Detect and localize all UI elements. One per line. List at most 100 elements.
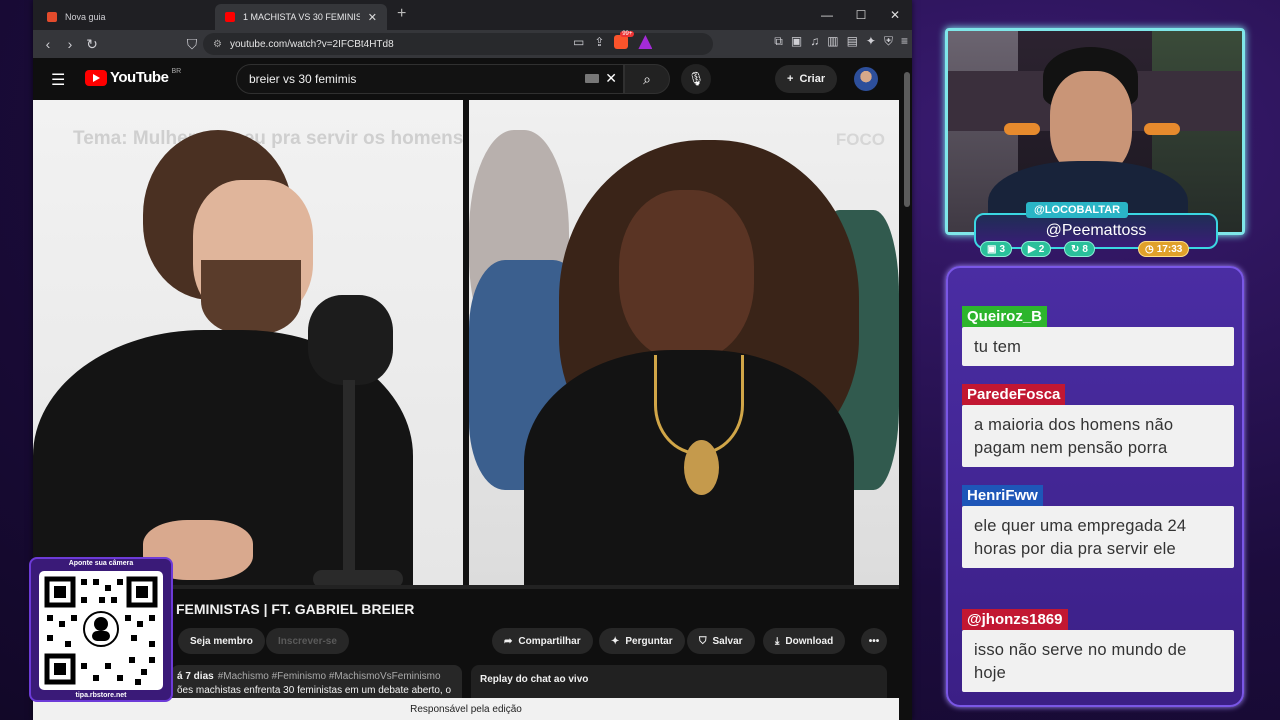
extensions-icon[interactable]: ⧉	[774, 34, 783, 49]
tab-youtube-video[interactable]: 1 MACHISTA VS 30 FEMINISTAS | FT. G ✕	[215, 4, 387, 30]
sparkle-icon: ✦	[611, 635, 620, 647]
ask-button[interactable]: ✦ Perguntar	[599, 628, 685, 654]
brave-shields-icon[interactable]: 99+	[614, 31, 635, 49]
streamer-tag: @LOCOBALTAR	[1026, 202, 1129, 218]
description-text: ões machistas enfrenta 30 feministas em …	[177, 685, 452, 696]
microphone-shape	[308, 295, 393, 385]
stat-time: ◷ 17:33	[1138, 241, 1190, 257]
chat-message: Queiroz_B tu tem	[962, 306, 1234, 366]
search-button[interactable]: ⌕	[624, 64, 670, 94]
save-button[interactable]: ⛉ Salvar	[687, 628, 755, 654]
stat-chat: ▣ 3	[980, 241, 1013, 257]
qr-code	[39, 571, 163, 690]
tab-strip: Nova guia 1 MACHISTA VS 30 FEMINISTAS | …	[33, 0, 912, 30]
youtube-play-icon	[85, 69, 107, 86]
chair-accent	[1144, 123, 1180, 135]
hamburger-menu-icon[interactable]: ☰	[51, 70, 65, 90]
share-button[interactable]: ➦ Compartilhar	[492, 628, 593, 654]
chat-message: @jhonzs1869 isso não serve no mundo de h…	[962, 609, 1234, 692]
avatar[interactable]	[854, 67, 878, 91]
chat-icon: ▣	[987, 243, 997, 255]
brave-favicon-icon	[47, 12, 57, 22]
search-input[interactable]: breier vs 30 femimis ✕	[236, 64, 624, 94]
youtube-logo[interactable]: YouTube BR	[85, 68, 181, 86]
chat-text: a maioria dos homens não pagam nem pensã…	[962, 405, 1234, 467]
site-info-icon[interactable]: ⚙	[213, 39, 222, 50]
share-page-icon[interactable]: ⇪	[594, 35, 604, 49]
clear-search-icon[interactable]: ✕	[605, 70, 617, 87]
video-left-panel: Tema: Mulher nasceu pra servir os homens	[33, 100, 463, 589]
chat-text: isso não serve no mundo de hoje	[962, 630, 1234, 692]
subscribe-button[interactable]: Inscrever-se	[266, 628, 349, 654]
youtube-header: ☰ YouTube BR breier vs 30 femimis ✕ ⌕ 🎙 …	[33, 58, 912, 100]
vpn-icon[interactable]: ⛨	[884, 34, 893, 49]
more-actions-button[interactable]: •••	[861, 628, 887, 654]
stat-share: ↻ 8	[1064, 241, 1095, 257]
video-theme-watermark: Tema: Mulher nasceu pra servir os homens	[73, 128, 463, 149]
new-tab-icon[interactable]: +	[397, 5, 406, 23]
microphone-icon: 🎙	[687, 71, 705, 86]
qr-url: tipa.rbstore.net	[75, 692, 127, 699]
qr-code-icon	[44, 576, 158, 685]
chat-username: ParedeFosca	[962, 384, 1066, 405]
share-arrow-icon: ➦	[504, 635, 513, 647]
qr-code-panel: Aponte sua câmera tipa.rbstore.net	[29, 557, 173, 702]
sidebar-icon[interactable]: ▥	[827, 34, 838, 49]
gold-pendant	[684, 440, 719, 495]
tab-title: 1 MACHISTA VS 30 FEMINISTAS | FT. G	[243, 12, 360, 22]
url-text: youtube.com/watch?v=2IFCBt4HTd8	[229, 38, 394, 50]
video-icon: ▶	[1028, 243, 1036, 255]
create-button[interactable]: + Criar	[775, 65, 838, 93]
stream-chat-panel: Queiroz_B tu tem ParedeFosca a maioria d…	[946, 266, 1244, 707]
tab-title: Nova guia	[65, 12, 106, 22]
menu-icon[interactable]: ≡	[901, 34, 908, 49]
cast-icon[interactable]: ▭	[573, 35, 584, 49]
chat-message: HenriFww ele quer uma empregada 24 horas…	[962, 485, 1234, 568]
keyboard-icon[interactable]	[585, 74, 599, 83]
video-player[interactable]: Tema: Mulher nasceu pra servir os homens…	[33, 100, 899, 589]
bookmark-icon[interactable]: ⛉	[181, 36, 203, 53]
video-title: FEMINISTAS | FT. GABRIEL BREIER	[176, 601, 415, 617]
microphone-stand	[343, 380, 355, 580]
close-window-icon[interactable]: ✕	[878, 0, 912, 30]
chat-text: ele quer uma empregada 24 horas por dia …	[962, 506, 1234, 568]
close-tab-icon[interactable]: ✕	[368, 11, 377, 24]
wallet-icon[interactable]: ▤	[847, 34, 858, 49]
youtube-favicon-icon	[225, 12, 235, 22]
window-controls: — ☐ ✕	[810, 0, 912, 30]
minimize-icon[interactable]: —	[810, 0, 844, 30]
tab-new-tab[interactable]: Nova guia	[37, 4, 213, 30]
share-icon: ↻	[1071, 243, 1080, 255]
chat-username: HenriFww	[962, 485, 1043, 506]
chair-accent	[1004, 123, 1040, 135]
qr-instruction: Aponte sua câmera	[68, 560, 134, 567]
leo-ai-icon[interactable]: ✦	[866, 34, 876, 49]
bookmark-save-icon: ⛉	[699, 635, 707, 647]
brave-rewards-icon[interactable]: 1	[638, 35, 653, 49]
foco-watermark: FOCO	[835, 130, 885, 149]
reload-icon[interactable]: ↻	[81, 36, 103, 53]
clock-icon: ◷	[1145, 243, 1154, 255]
screenshot-icon[interactable]: ▣	[791, 34, 802, 49]
search-icon: ⌕	[643, 70, 651, 87]
chat-text: tu tem	[962, 327, 1234, 366]
hashtags[interactable]: #Machismo #Feminismo #MachismoVsFeminism…	[218, 671, 441, 682]
download-button[interactable]: ⤓ Download	[763, 628, 846, 654]
stat-video: ▶ 2	[1021, 241, 1052, 257]
forward-icon[interactable]: ›	[59, 36, 81, 52]
download-icon: ⤓	[775, 635, 780, 647]
speaker-beard	[201, 260, 301, 335]
video-right-panel: FOCO	[469, 100, 899, 589]
chat-message: ParedeFosca a maioria dos homens não pag…	[962, 384, 1234, 467]
chat-username: @jhonzs1869	[962, 609, 1068, 630]
back-icon[interactable]: ‹	[37, 36, 59, 52]
music-icon[interactable]: ♫	[810, 34, 819, 49]
extension-bar: ⧉ ▣ ♫ ▥ ▤ ✦ ⛨ ≡	[774, 34, 908, 49]
maximize-icon[interactable]: ☐	[844, 0, 878, 30]
plus-icon: +	[787, 73, 794, 85]
toolbar: ‹ › ↻ ⛉ ⚙ youtube.com/watch?v=2IFCBt4HTd…	[33, 30, 912, 58]
woman-face	[619, 190, 754, 360]
join-button[interactable]: Seja membro	[178, 628, 265, 654]
voice-search-button[interactable]: 🎙	[681, 64, 711, 94]
page-scrollbar[interactable]	[904, 72, 910, 207]
